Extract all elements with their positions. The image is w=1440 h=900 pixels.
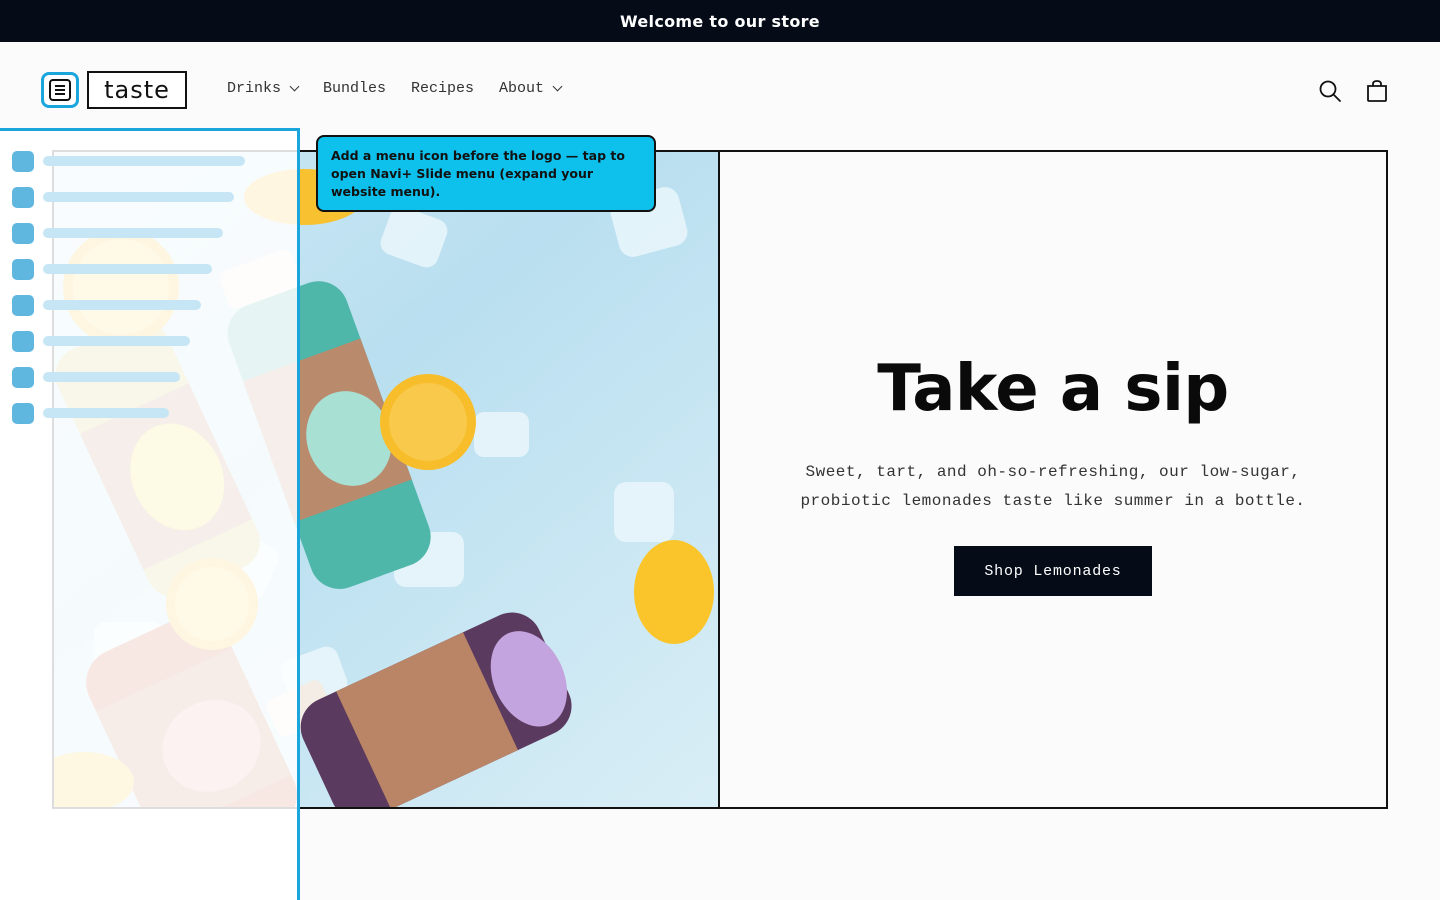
announcement-bar: Welcome to our store bbox=[0, 0, 1440, 42]
menu-item-icon bbox=[12, 187, 34, 208]
shop-lemonades-button[interactable]: Shop Lemonades bbox=[954, 546, 1152, 596]
logo[interactable]: taste bbox=[87, 71, 187, 109]
menu-item-placeholder bbox=[43, 408, 169, 418]
hero-title: Take a sip bbox=[877, 352, 1229, 426]
menu-item-icon bbox=[12, 259, 34, 280]
menu-item-placeholder bbox=[43, 228, 223, 238]
tooltip: Add a menu icon before the logo — tap to… bbox=[316, 135, 656, 212]
logo-text: taste bbox=[104, 76, 170, 104]
announcement-text: Welcome to our store bbox=[620, 11, 820, 31]
menu-item-placeholder bbox=[43, 372, 180, 382]
tooltip-text: Add a menu icon before the logo — tap to… bbox=[331, 148, 625, 199]
search-icon[interactable] bbox=[1317, 78, 1343, 104]
menu-item-placeholder bbox=[43, 300, 201, 310]
menu-item-placeholder bbox=[43, 264, 212, 274]
nav-item-label: About bbox=[499, 80, 545, 97]
nav-item-recipes[interactable]: Recipes bbox=[411, 80, 474, 97]
main-nav: Drinks Bundles Recipes About bbox=[227, 80, 586, 97]
site-header: taste Drinks Bundles Recipes About bbox=[0, 42, 1440, 138]
menu-item-placeholder bbox=[43, 336, 190, 346]
hamburger-icon bbox=[49, 79, 71, 101]
hero-description: Sweet, tart, and oh-so-refreshing, our l… bbox=[800, 463, 1306, 510]
menu-item-icon bbox=[12, 151, 34, 172]
menu-item-placeholder bbox=[43, 156, 245, 166]
menu-item-icon bbox=[12, 223, 34, 244]
slide-menu-panel bbox=[0, 128, 300, 900]
menu-item-placeholder bbox=[43, 192, 234, 202]
menu-item-icon bbox=[12, 295, 34, 316]
menu-icon[interactable] bbox=[41, 72, 79, 108]
menu-item-icon bbox=[12, 331, 34, 352]
chevron-down-icon bbox=[552, 81, 563, 92]
nav-item-about[interactable]: About bbox=[499, 80, 563, 97]
nav-item-bundles[interactable]: Bundles bbox=[323, 80, 386, 97]
cart-icon[interactable] bbox=[1364, 78, 1390, 104]
menu-item-icon bbox=[12, 403, 34, 424]
menu-item-icon bbox=[12, 367, 34, 388]
nav-item-drinks[interactable]: Drinks bbox=[227, 80, 300, 97]
nav-item-label: Drinks bbox=[227, 80, 282, 97]
nav-item-label: Bundles bbox=[323, 80, 387, 97]
chevron-down-icon bbox=[289, 81, 300, 92]
nav-item-label: Recipes bbox=[411, 80, 475, 97]
hero-divider bbox=[718, 152, 720, 807]
